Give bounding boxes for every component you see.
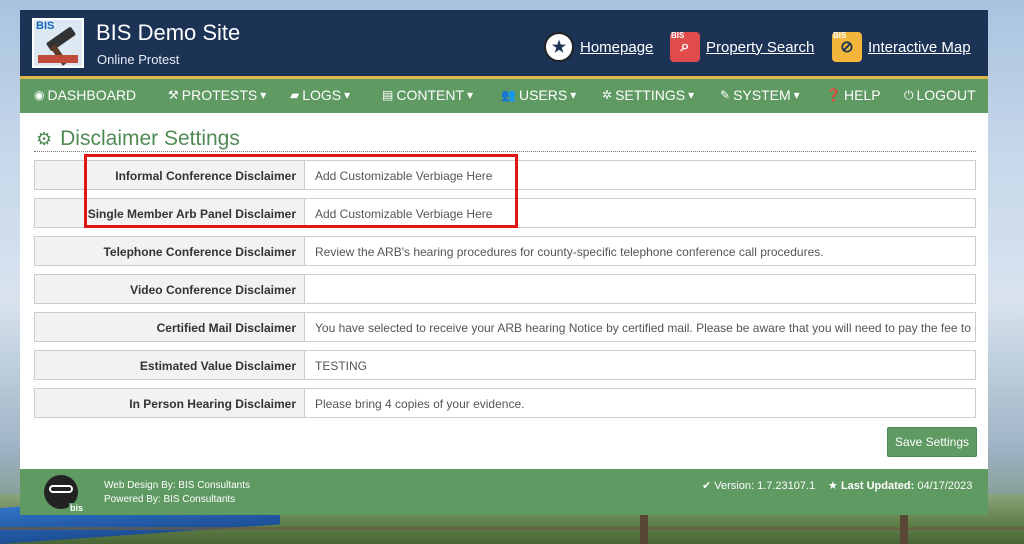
logo-text: BIS xyxy=(36,20,55,32)
footer-powered-credit: Powered By: BIS Consultants xyxy=(104,494,236,505)
nav-dashboard-label: DASHBOARD xyxy=(47,87,137,103)
main-panel: ⚙ Disclaimer Settings Informal Conferenc… xyxy=(20,113,988,469)
caret-down-icon: ▾ xyxy=(688,88,695,102)
page-title-text: Disclaimer Settings xyxy=(60,127,240,150)
gear-icon: ⚙ xyxy=(36,128,53,149)
setting-row: Certified Mail Disclaimer You have selec… xyxy=(34,312,976,342)
dashboard-icon: ◉ xyxy=(34,88,45,102)
interactive-map-link-group: BIS ⊘ Interactive Map xyxy=(832,31,971,62)
file-icon: ▤ xyxy=(382,88,394,102)
nav-content[interactable]: ▤ CONTENT ▾ xyxy=(382,87,473,103)
nav-settings[interactable]: ✲ SETTINGS ▾ xyxy=(602,87,694,103)
estimated-value-disclaimer-input[interactable]: TESTING xyxy=(304,350,976,380)
setting-label: Estimated Value Disclaimer xyxy=(34,350,304,380)
setting-label: Video Conference Disclaimer xyxy=(34,274,304,304)
nav-help[interactable]: ❓ HELP xyxy=(826,87,881,103)
check-icon: ✔ xyxy=(702,480,712,492)
nav-logs[interactable]: ▰ LOGS ▾ xyxy=(290,87,350,103)
footer-version-text: Version: 1.7.23107.1 xyxy=(714,480,816,492)
main-nav: ◉ DASHBOARD ⚒ PROTESTS ▾ ▰ LOGS ▾ ▤ CONT… xyxy=(20,76,988,113)
gavel-icon: ⚒ xyxy=(168,88,179,102)
setting-label: Single Member Arb Panel Disclaimer xyxy=(34,198,304,228)
users-icon: 👥 xyxy=(501,88,516,102)
certified-mail-disclaimer-input[interactable]: You have selected to receive your ARB he… xyxy=(304,312,976,342)
nav-system[interactable]: ✎ SYSTEM ▾ xyxy=(720,87,800,103)
in-person-hearing-disclaimer-input[interactable]: Please bring 4 copies of your evidence. xyxy=(304,388,976,418)
property-search-link[interactable]: Property Search xyxy=(706,39,814,56)
caret-down-icon: ▾ xyxy=(467,88,474,102)
interactive-map-link[interactable]: Interactive Map xyxy=(868,39,971,56)
save-settings-button[interactable]: Save Settings xyxy=(887,427,977,457)
homepage-link-group: ★ Homepage xyxy=(544,32,653,62)
site-title: BIS Demo Site xyxy=(96,20,241,45)
star-badge-icon[interactable]: ★ xyxy=(544,32,574,62)
informal-conference-disclaimer-input[interactable]: Add Customizable Verbiage Here xyxy=(304,160,976,190)
footer-version: ✔ Version: 1.7.23107.1 xyxy=(702,479,815,492)
setting-label: Telephone Conference Disclaimer xyxy=(34,236,304,266)
setting-label: In Person Hearing Disclaimer xyxy=(34,388,304,418)
nav-content-label: CONTENT xyxy=(396,87,465,103)
site-footer: bis Web Design By: BIS Consultants Power… xyxy=(20,469,988,515)
book-icon xyxy=(38,55,78,63)
footer-updated-key: Last Updated: xyxy=(840,480,915,492)
footer-updated-value: 04/17/2023 xyxy=(917,480,973,492)
single-member-arb-panel-disclaimer-input[interactable]: Add Customizable Verbiage Here xyxy=(304,198,976,228)
caret-down-icon: ▾ xyxy=(570,88,577,102)
footer-design-credit: Web Design By: BIS Consultants xyxy=(104,480,250,491)
setting-row: Single Member Arb Panel Disclaimer Add C… xyxy=(34,198,976,228)
nav-help-label: HELP xyxy=(843,87,881,103)
caret-down-icon: ▾ xyxy=(344,88,351,102)
property-search-link-group: BIS ⌕ Property Search xyxy=(670,31,814,62)
question-icon: ❓ xyxy=(826,88,841,102)
footer-last-updated: ★ Last Updated: 04/17/2023 xyxy=(828,479,972,492)
nav-logs-label: LOGS xyxy=(302,87,342,103)
title-divider xyxy=(34,151,976,152)
page-title: ⚙ Disclaimer Settings xyxy=(36,127,240,151)
nav-logout[interactable]: ⏻ LOGOUT xyxy=(904,87,976,103)
background-fence xyxy=(0,527,1024,530)
nav-dashboard[interactable]: ◉ DASHBOARD xyxy=(34,87,136,103)
setting-row: In Person Hearing Disclaimer Please brin… xyxy=(34,388,976,418)
setting-row: Informal Conference Disclaimer Add Custo… xyxy=(34,160,976,190)
nav-protests-label: PROTESTS xyxy=(181,87,258,103)
setting-row: Video Conference Disclaimer xyxy=(34,274,976,304)
property-search-tag: BIS xyxy=(671,31,685,40)
wrench-icon: ✎ xyxy=(720,88,731,102)
nav-logout-label: LOGOUT xyxy=(916,87,976,103)
nav-users-label: USERS xyxy=(518,87,568,103)
caret-down-icon: ▾ xyxy=(793,88,800,102)
mascot-logo: bis xyxy=(44,475,84,513)
nav-protests[interactable]: ⚒ PROTESTS ▾ xyxy=(168,87,266,103)
setting-row: Estimated Value Disclaimer TESTING xyxy=(34,350,976,380)
interactive-map-tag: BIS xyxy=(833,31,847,40)
telephone-conference-disclaimer-input[interactable]: Review the ARB's hearing procedures for … xyxy=(304,236,976,266)
setting-label: Certified Mail Disclaimer xyxy=(34,312,304,342)
star-icon: ★ xyxy=(828,480,838,492)
caret-down-icon: ▾ xyxy=(260,88,267,102)
homepage-link[interactable]: Homepage xyxy=(580,39,653,56)
compass-icon[interactable]: BIS ⊘ xyxy=(832,31,862,62)
setting-row: Telephone Conference Disclaimer Review t… xyxy=(34,236,976,266)
site-logo[interactable]: BIS xyxy=(32,18,84,68)
book-icon: ▰ xyxy=(290,88,300,102)
glasses-icon xyxy=(49,485,73,493)
nav-users[interactable]: 👥 USERS ▾ xyxy=(501,87,576,103)
nav-system-label: SYSTEM xyxy=(733,87,791,103)
setting-label: Informal Conference Disclaimer xyxy=(34,160,304,190)
magnifier-icon[interactable]: BIS ⌕ xyxy=(670,31,700,62)
site-header: BIS BIS Demo Site Online Protest ★ Homep… xyxy=(20,10,988,76)
video-conference-disclaimer-input[interactable] xyxy=(304,274,976,304)
mascot-tag: bis xyxy=(68,503,84,513)
site-subtitle: Online Protest xyxy=(97,52,180,67)
power-icon: ⏻ xyxy=(904,87,914,102)
gear-icon: ✲ xyxy=(602,88,613,102)
nav-settings-label: SETTINGS xyxy=(615,87,686,103)
